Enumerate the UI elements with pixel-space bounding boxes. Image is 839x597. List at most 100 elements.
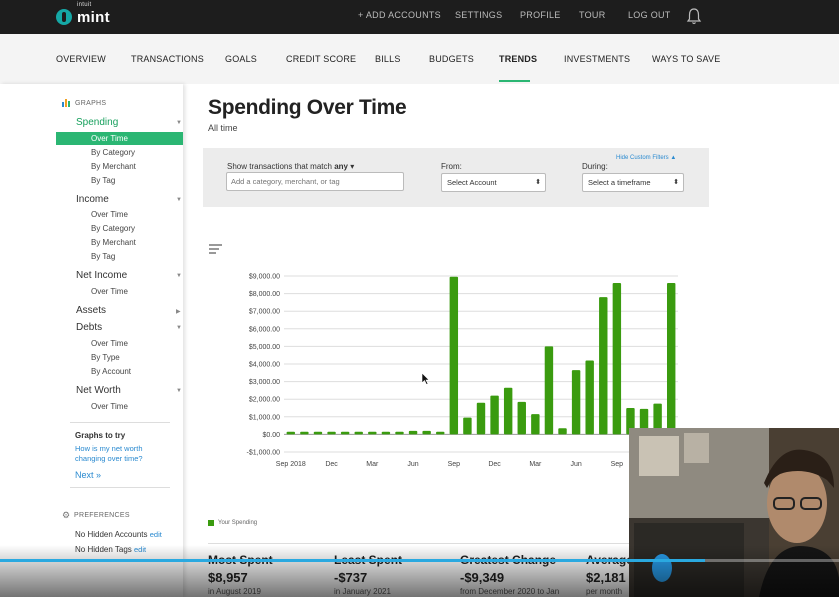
hide-custom-filters-link[interactable]: Hide Custom Filters ▲ bbox=[616, 155, 676, 161]
sidebar-net-worth-over-time[interactable]: Over Time bbox=[91, 402, 128, 411]
spending-bar[interactable] bbox=[449, 276, 459, 435]
y-tick-label: $3,000.00 bbox=[249, 379, 280, 386]
logo-intuit: intuit bbox=[77, 2, 92, 8]
sidebar-net-income-over-time[interactable]: Over Time bbox=[91, 287, 128, 296]
spending-bar[interactable] bbox=[666, 283, 676, 435]
sidebar-spending-by-category[interactable]: By Category bbox=[91, 148, 135, 157]
sidebar-net-worth[interactable]: Net Worth bbox=[76, 385, 121, 396]
spending-bar[interactable] bbox=[490, 395, 499, 435]
sidebar-debts-over-time[interactable]: Over Time bbox=[91, 339, 128, 348]
collapse-arrow-icon[interactable]: ▼ bbox=[176, 197, 182, 203]
top-bar: intuit mint + ADD ACCOUNTS SETTINGS PROF… bbox=[0, 0, 839, 34]
spending-bar[interactable] bbox=[558, 428, 567, 435]
spending-bar[interactable] bbox=[599, 297, 608, 435]
spending-bar[interactable] bbox=[354, 431, 363, 435]
nav-investments[interactable]: INVESTMENTS bbox=[564, 54, 630, 64]
chart-menu-icon[interactable] bbox=[209, 244, 222, 255]
mint-leaf-icon bbox=[56, 9, 72, 25]
x-tick-label: Sep bbox=[611, 461, 624, 468]
sidebar-income-by-category[interactable]: By Category bbox=[91, 224, 135, 233]
profile-link[interactable]: PROFILE bbox=[520, 10, 561, 20]
spending-bar[interactable] bbox=[368, 431, 377, 435]
spending-bar[interactable] bbox=[585, 360, 594, 435]
y-tick-label: $8,000.00 bbox=[249, 291, 280, 298]
spending-bar[interactable] bbox=[503, 387, 513, 435]
nav-credit-score[interactable]: CREDIT SCORE bbox=[286, 54, 356, 64]
legend-swatch bbox=[208, 520, 214, 526]
nav-budgets[interactable]: BUDGETS bbox=[429, 54, 474, 64]
logout-link[interactable]: LOG OUT bbox=[628, 10, 671, 20]
net-worth-suggestion-link[interactable]: How is my net worth changing over time? bbox=[75, 444, 155, 464]
spending-bar[interactable] bbox=[327, 431, 336, 435]
sidebar-income-by-merchant[interactable]: By Merchant bbox=[91, 238, 136, 247]
spending-bar[interactable] bbox=[463, 417, 472, 435]
sidebar-income[interactable]: Income bbox=[76, 194, 109, 205]
sidebar-income-by-tag[interactable]: By Tag bbox=[91, 252, 115, 261]
mint-logo[interactable]: intuit mint bbox=[56, 2, 110, 29]
spending-bar[interactable] bbox=[571, 370, 581, 435]
spending-bar[interactable] bbox=[408, 430, 418, 435]
spending-bar[interactable] bbox=[313, 431, 323, 435]
nav-goals[interactable]: GOALS bbox=[225, 54, 257, 64]
timeframe-select[interactable]: Select a timeframe ⬍ bbox=[582, 173, 684, 192]
collapse-arrow-icon[interactable]: ▼ bbox=[176, 388, 182, 394]
sidebar-debts[interactable]: Debts bbox=[76, 322, 102, 333]
during-label: During: bbox=[582, 162, 608, 171]
spending-bar[interactable] bbox=[531, 414, 540, 435]
spending-bar[interactable] bbox=[340, 431, 350, 435]
collapse-arrow-icon[interactable]: ▼ bbox=[176, 325, 182, 331]
account-select[interactable]: Select Account ⬍ bbox=[441, 173, 546, 192]
spending-bar[interactable] bbox=[612, 283, 622, 435]
sidebar-spending[interactable]: Spending bbox=[76, 117, 118, 128]
sidebar-debts-by-account[interactable]: By Account bbox=[91, 367, 131, 376]
collapse-arrow-icon[interactable]: ▼ bbox=[176, 120, 182, 126]
tour-link[interactable]: TOUR bbox=[579, 10, 606, 20]
match-label: Show transactions that match any ▾ bbox=[227, 162, 355, 171]
collapse-arrow-icon[interactable]: ▼ bbox=[176, 273, 182, 279]
hidden-accounts-edit-link[interactable]: edit bbox=[150, 530, 162, 539]
y-tick-label: $4,000.00 bbox=[249, 362, 280, 369]
next-link[interactable]: Next » bbox=[75, 470, 101, 480]
nav-ways-to-save[interactable]: WAYS TO SAVE bbox=[652, 54, 720, 64]
spending-bar[interactable] bbox=[300, 431, 309, 435]
nav-trends[interactable]: TRENDS bbox=[499, 54, 537, 64]
video-progress-bar[interactable] bbox=[0, 559, 705, 562]
spending-bar[interactable] bbox=[544, 346, 554, 435]
y-tick-label: $7,000.00 bbox=[249, 309, 280, 316]
nav-bills[interactable]: BILLS bbox=[375, 54, 401, 64]
sidebar-spending-by-tag[interactable]: By Tag bbox=[91, 176, 115, 185]
sidebar-income-over-time[interactable]: Over Time bbox=[91, 210, 128, 219]
spending-bar[interactable] bbox=[517, 401, 526, 435]
y-tick-label: $9,000.00 bbox=[249, 274, 280, 281]
settings-link[interactable]: SETTINGS bbox=[455, 10, 502, 20]
main-nav: OVERVIEW TRANSACTIONS GOALS CREDIT SCORE… bbox=[0, 34, 839, 84]
y-tick-label: $1,000.00 bbox=[249, 414, 280, 421]
x-tick-label: Mar bbox=[366, 461, 379, 468]
nav-transactions[interactable]: TRANSACTIONS bbox=[131, 54, 204, 64]
sidebar-debts-by-type[interactable]: By Type bbox=[91, 353, 120, 362]
filter-search-input[interactable] bbox=[226, 172, 404, 191]
spending-bar[interactable] bbox=[476, 402, 486, 435]
hidden-accounts-label: No Hidden Accounts edit bbox=[75, 530, 162, 539]
sidebar-spending-by-merchant[interactable]: By Merchant bbox=[91, 162, 136, 171]
add-accounts-link[interactable]: + ADD ACCOUNTS bbox=[358, 10, 441, 20]
nav-overview[interactable]: OVERVIEW bbox=[56, 54, 106, 64]
stat-note: in August 2019 bbox=[208, 587, 261, 596]
sidebar-assets[interactable]: Assets bbox=[76, 305, 106, 316]
active-tab-indicator bbox=[499, 80, 530, 82]
divider bbox=[70, 422, 170, 423]
expand-arrow-icon[interactable]: ▶ bbox=[176, 308, 181, 315]
spending-bar[interactable] bbox=[381, 431, 391, 435]
mouse-cursor-icon bbox=[421, 372, 430, 385]
sidebar-net-income[interactable]: Net Income bbox=[76, 270, 127, 281]
spending-bar[interactable] bbox=[286, 431, 296, 435]
y-tick-label: $0.00 bbox=[262, 432, 280, 439]
stat-note: from December 2020 to Jan bbox=[460, 587, 560, 596]
spending-bar[interactable] bbox=[395, 431, 404, 435]
hidden-tags-edit-link[interactable]: edit bbox=[134, 545, 146, 554]
bell-icon[interactable] bbox=[686, 7, 702, 25]
spending-bar[interactable] bbox=[436, 431, 445, 435]
sidebar-spending-over-time[interactable]: Over Time bbox=[56, 132, 183, 145]
spending-bar[interactable] bbox=[422, 430, 431, 435]
match-dropdown[interactable]: any bbox=[334, 162, 348, 171]
